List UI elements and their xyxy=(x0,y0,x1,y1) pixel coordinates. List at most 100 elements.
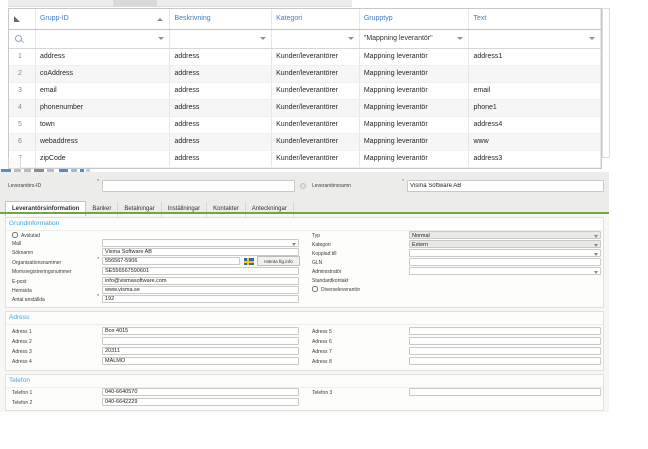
cell-grupp-id[interactable]: email xyxy=(36,83,171,99)
cell-beskrivning[interactable]: address xyxy=(170,151,272,167)
cell-grupp-id[interactable]: zipCode xyxy=(36,151,171,167)
epost-input[interactable] xyxy=(102,277,299,285)
hemsida-label: Hemsida xyxy=(12,288,32,294)
col-header-grupp-id[interactable]: Grupp-ID xyxy=(36,9,171,29)
cell-kategori[interactable]: Kunder/leverantörer xyxy=(272,49,360,65)
row-number[interactable]: 3 xyxy=(9,83,36,99)
cell-text[interactable]: email xyxy=(469,83,601,99)
tab-kontakter[interactable]: Kontakter xyxy=(207,202,246,217)
col-header-label: Grupp-ID xyxy=(40,15,69,22)
cell-kategori[interactable]: Kunder/leverantörer xyxy=(272,151,360,167)
gln-input[interactable] xyxy=(409,258,601,266)
adress1-input[interactable] xyxy=(102,327,299,335)
anstallda-input[interactable] xyxy=(102,295,299,303)
cell-grupptyp[interactable]: Mappning leverantör xyxy=(360,49,470,65)
chevron-down-icon xyxy=(348,37,354,40)
cell-grupptyp[interactable]: Mappning leverantör xyxy=(360,83,470,99)
kopplad-till-dropdown[interactable] xyxy=(409,249,601,257)
tab-banker[interactable]: Banker xyxy=(86,202,118,217)
cell-kategori[interactable]: Kunder/leverantörer xyxy=(272,66,360,82)
info-icon[interactable] xyxy=(300,183,306,189)
adress3-input[interactable] xyxy=(102,347,299,355)
momsnr-input[interactable] xyxy=(102,267,299,275)
adress6-input[interactable] xyxy=(409,337,601,345)
orgnr-input[interactable] xyxy=(102,257,240,265)
sort-asc-icon xyxy=(157,18,163,21)
telefon2-input[interactable] xyxy=(102,398,299,406)
chevron-down-icon xyxy=(594,235,598,238)
cell-beskrivning[interactable]: address xyxy=(170,83,272,99)
cell-grupptyp[interactable]: Mappning leverantör xyxy=(360,66,470,82)
cell-grupp-id[interactable]: webaddress xyxy=(36,134,171,150)
col-header-grupptyp[interactable]: Grupptyp xyxy=(360,9,470,29)
fetch-company-info-button[interactable]: Hämta ftg.info xyxy=(257,256,300,266)
col-header-text[interactable]: Text xyxy=(469,9,601,29)
telefon2-label: Telefon 2 xyxy=(12,400,32,406)
cell-grupptyp[interactable]: Mappning leverantör xyxy=(360,117,470,133)
select-all-corner[interactable] xyxy=(9,9,36,29)
cell-kategori[interactable]: Kunder/leverantörer xyxy=(272,134,360,150)
cell-grupptyp[interactable]: Mappning leverantör xyxy=(360,134,470,150)
cell-text[interactable]: address1 xyxy=(469,49,601,65)
cell-kategori[interactable]: Kunder/leverantörer xyxy=(272,83,360,99)
form-tabs: LeverantörsinformationBankerBetalningarI… xyxy=(5,197,294,212)
filter-kategori[interactable] xyxy=(272,30,360,48)
row-number[interactable]: 4 xyxy=(9,100,36,116)
filter-search-cell[interactable] xyxy=(9,30,36,48)
diverseleverantor-checkbox[interactable] xyxy=(312,286,318,292)
cell-beskrivning[interactable]: address xyxy=(170,66,272,82)
cell-grupptyp[interactable]: Mappning leverantör xyxy=(360,100,470,116)
tab-betalningar[interactable]: Betalningar xyxy=(118,202,161,217)
filter-text[interactable] xyxy=(469,30,601,48)
col-header-kategori[interactable]: Kategori xyxy=(272,9,360,29)
mall-label: Mall xyxy=(12,241,21,247)
hemsida-input[interactable] xyxy=(102,286,299,294)
cell-text[interactable]: address3 xyxy=(469,151,601,167)
tab-anteckningar[interactable]: Anteckningar xyxy=(246,202,294,217)
cell-grupp-id[interactable]: phonenumber xyxy=(36,100,171,116)
cell-kategori[interactable]: Kunder/leverantörer xyxy=(272,117,360,133)
filter-beskrivning[interactable] xyxy=(170,30,272,48)
tab-installningar[interactable]: Inställningar xyxy=(162,202,207,217)
supplier-id-input[interactable] xyxy=(102,180,295,192)
cell-grupp-id[interactable]: address xyxy=(36,49,171,65)
cell-beskrivning[interactable]: address xyxy=(170,134,272,150)
cell-text[interactable]: phone1 xyxy=(469,100,601,116)
table-row: 5 town address Kunder/leverantörer Mappn… xyxy=(9,117,601,134)
chevron-down-icon xyxy=(594,253,598,256)
cell-beskrivning[interactable]: address xyxy=(170,117,272,133)
cell-grupp-id[interactable]: coAddress xyxy=(36,66,171,82)
mall-dropdown[interactable] xyxy=(102,239,299,247)
cell-kategori[interactable]: Kunder/leverantörer xyxy=(272,100,360,116)
cell-text[interactable] xyxy=(469,66,601,82)
kategori-dropdown[interactable]: Extern xyxy=(409,240,601,248)
telefon3-input[interactable] xyxy=(409,388,601,396)
cell-beskrivning[interactable]: address xyxy=(170,100,272,116)
adress2-input[interactable] xyxy=(102,337,299,345)
adress4-input[interactable] xyxy=(102,357,299,365)
typ-dropdown[interactable]: Normal xyxy=(409,231,601,239)
filter-grupptyp[interactable]: "Mappning leverantör" xyxy=(360,30,470,48)
soknamn-input[interactable] xyxy=(102,248,299,256)
cell-text[interactable]: address4 xyxy=(469,117,601,133)
col-header-beskrivning[interactable]: Beskrivning xyxy=(170,9,272,29)
administrator-dropdown[interactable] xyxy=(409,267,601,275)
momsnr-label: Momsregistreringsnummer xyxy=(12,269,71,275)
required-marker: * xyxy=(97,295,99,300)
cell-grupp-id[interactable]: town xyxy=(36,117,171,133)
row-number[interactable]: 2 xyxy=(9,66,36,82)
adress8-input[interactable] xyxy=(409,357,601,365)
cell-text[interactable]: www xyxy=(469,134,601,150)
adress7-input[interactable] xyxy=(409,347,601,355)
standardkontakt-label: Standardkontakt xyxy=(312,278,348,284)
row-number[interactable]: 5 xyxy=(9,117,36,133)
filter-grupp-id[interactable] xyxy=(36,30,171,48)
cell-grupptyp[interactable]: Mappning leverantör xyxy=(360,151,470,167)
row-number[interactable]: 1 xyxy=(9,49,36,65)
row-number[interactable]: 6 xyxy=(9,134,36,150)
telefon1-input[interactable] xyxy=(102,388,299,396)
adress5-input[interactable] xyxy=(409,327,601,335)
cell-beskrivning[interactable]: address xyxy=(170,49,272,65)
avslutad-checkbox[interactable] xyxy=(12,232,18,238)
supplier-name-input[interactable] xyxy=(407,180,604,192)
